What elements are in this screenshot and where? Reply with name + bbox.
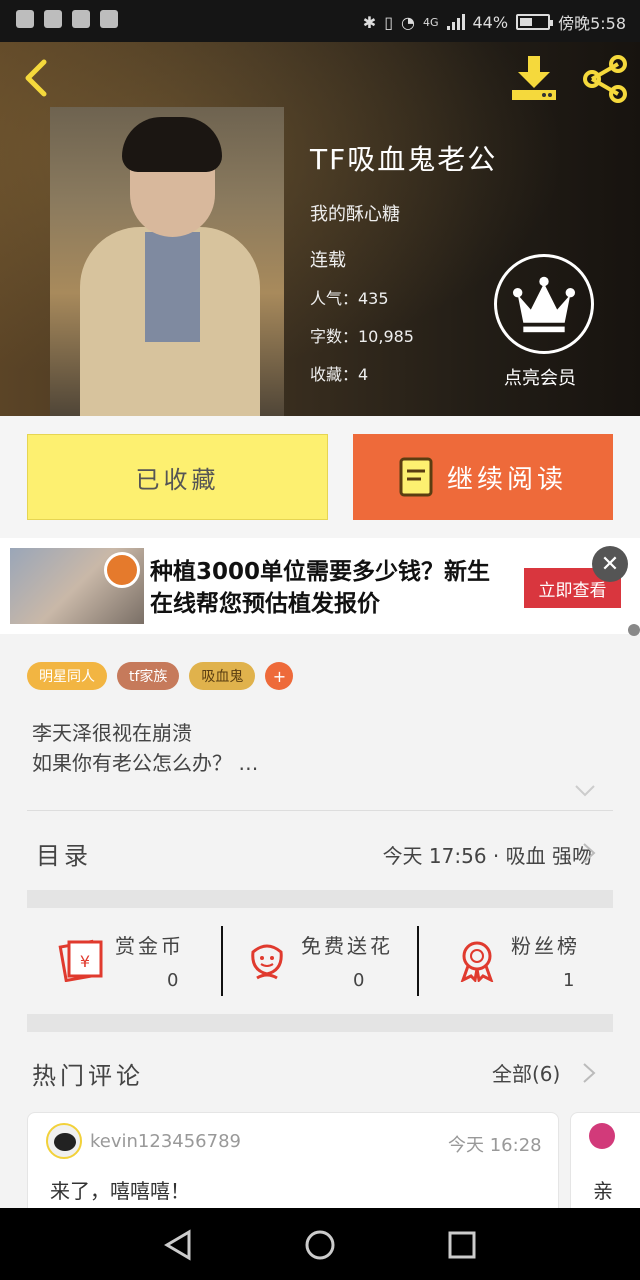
comment-time: 今天 16:28	[448, 1135, 542, 1156]
book-author[interactable]: 我的酥心糖	[310, 200, 400, 226]
collected-button[interactable]: 已收藏	[27, 434, 328, 520]
comment-username[interactable]: kevin123456789	[90, 1131, 241, 1152]
tag-item[interactable]: 吸血鬼	[189, 662, 256, 690]
vip-crown-button[interactable]	[494, 254, 594, 354]
action-bar: 已收藏 继续阅读	[0, 416, 640, 538]
app-notification-icon	[16, 10, 34, 28]
download-icon[interactable]	[508, 54, 560, 102]
fan-ranking-button[interactable]: 粉丝榜 1	[453, 922, 613, 1002]
chevron-right-icon[interactable]	[582, 1062, 596, 1084]
divider	[417, 926, 419, 996]
tag-list: 明星同人 tf家族 吸血鬼 +	[27, 662, 294, 690]
clock: 傍晚5:58	[558, 14, 626, 33]
fans-label: 粉丝榜	[511, 934, 580, 958]
cover-figure-shirt	[145, 232, 200, 342]
vip-label[interactable]: 点亮会员	[504, 364, 576, 390]
signal-icon	[446, 14, 465, 30]
summary-line: 如果你有老公怎么办？ …	[32, 751, 259, 775]
serial-status: 连载	[310, 250, 346, 271]
book-title: TF吸血鬼老公	[310, 143, 498, 176]
battery-icon	[516, 14, 554, 30]
status-bar: ✱ ▯ ◔ 4G 44% 傍晚5:58	[0, 0, 640, 42]
comment-text: 来了，嘻嘻嘻！	[50, 1179, 190, 1203]
book-summary[interactable]: 李天泽很视在崩溃 如果你有老公怎么办？ …	[32, 718, 258, 778]
comment-text: 亲	[593, 1179, 613, 1203]
battery-percent: 44%	[472, 12, 509, 32]
nav-home-icon[interactable]	[303, 1228, 337, 1262]
bluetooth-icon: ✱	[362, 12, 377, 32]
summary-line: 李天泽很视在崩溃	[32, 721, 192, 745]
flowers-value: 0	[353, 970, 365, 991]
coins-label: 赏金币	[115, 934, 184, 958]
section-separator	[27, 1014, 613, 1032]
ad-logo	[104, 552, 140, 588]
divider	[27, 810, 613, 811]
toc-label[interactable]: 目录	[36, 836, 92, 871]
share-icon[interactable]	[580, 54, 630, 104]
divider	[221, 926, 223, 996]
popularity-stat: 人气：435	[310, 289, 389, 308]
avatar[interactable]	[46, 1123, 82, 1159]
ad-text[interactable]: 种植3000单位需要多少钱？新生在线帮您预估植发报价	[150, 556, 510, 620]
comment-card[interactable]: kevin123456789 今天 16:28 来了，嘻嘻嘻！	[27, 1112, 559, 1222]
add-tag-button[interactable]: +	[265, 662, 294, 690]
vibrate-icon: ▯	[384, 12, 393, 32]
chevron-right-icon[interactable]	[582, 842, 596, 864]
system-nav-bar	[0, 1208, 640, 1280]
flower-icon	[251, 944, 283, 980]
avatar[interactable]	[589, 1123, 615, 1149]
wifi-icon: ◔	[401, 12, 415, 32]
word-count-stat: 字数：10,985	[310, 327, 414, 346]
nav-back-icon[interactable]	[161, 1228, 195, 1262]
comment-card[interactable]: 亲	[570, 1112, 640, 1222]
tag-item[interactable]: 明星同人	[27, 662, 107, 690]
svg-text:¥: ¥	[80, 952, 90, 971]
app-notification-icon	[72, 10, 90, 28]
huawei-notification-icon	[100, 10, 118, 28]
hot-comments-label: 热门评论	[32, 1062, 144, 1090]
continue-reading-button[interactable]: 继续阅读	[353, 434, 613, 520]
notification-icons	[16, 10, 118, 28]
interaction-stats: ¥ 赏金币 0 免费送花 0 粉丝榜 1	[27, 922, 613, 1002]
back-icon[interactable]	[18, 58, 58, 98]
favorites-stat: 收藏：4	[310, 365, 369, 384]
coins-value: 0	[167, 970, 179, 991]
latest-chapter[interactable]: 今天 17:56 · 吸血 强吻	[383, 840, 592, 869]
cover-figure-hair	[122, 117, 222, 172]
flowers-label: 免费送花	[301, 934, 393, 958]
reward-coins-button[interactable]: ¥ 赏金币 0	[57, 922, 237, 1002]
book-icon	[399, 457, 433, 497]
ad-image[interactable]	[10, 548, 144, 624]
download-notification-icon	[44, 10, 62, 28]
system-status: ✱ ▯ ◔ 4G 44% 傍晚5:58	[363, 10, 626, 34]
network-type: 4G	[422, 15, 439, 29]
tag-item[interactable]: tf家族	[117, 662, 180, 690]
continue-reading-label: 继续阅读	[446, 464, 567, 495]
red-envelope-icon: ¥	[58, 939, 103, 982]
ad-info-icon[interactable]	[628, 624, 640, 636]
ad-banner[interactable]: 种植3000单位需要多少钱？新生在线帮您预估植发报价 立即查看 ✕	[0, 538, 640, 634]
fans-value: 1	[563, 970, 575, 991]
nav-recent-apps-icon[interactable]	[445, 1228, 479, 1262]
section-separator	[27, 890, 613, 908]
ad-close-icon[interactable]: ✕	[592, 546, 628, 582]
send-flower-button[interactable]: 免费送花 0	[243, 922, 423, 1002]
book-cover-image[interactable]	[50, 107, 284, 416]
crown-icon	[512, 276, 576, 333]
book-header: TF吸血鬼老公 我的酥心糖 连载 人气：435 字数：10,985 收藏：4 点…	[0, 42, 640, 416]
all-comments-link[interactable]: 全部(6)	[492, 1058, 560, 1087]
medal-icon	[460, 941, 494, 982]
chevron-down-icon[interactable]	[574, 784, 596, 798]
